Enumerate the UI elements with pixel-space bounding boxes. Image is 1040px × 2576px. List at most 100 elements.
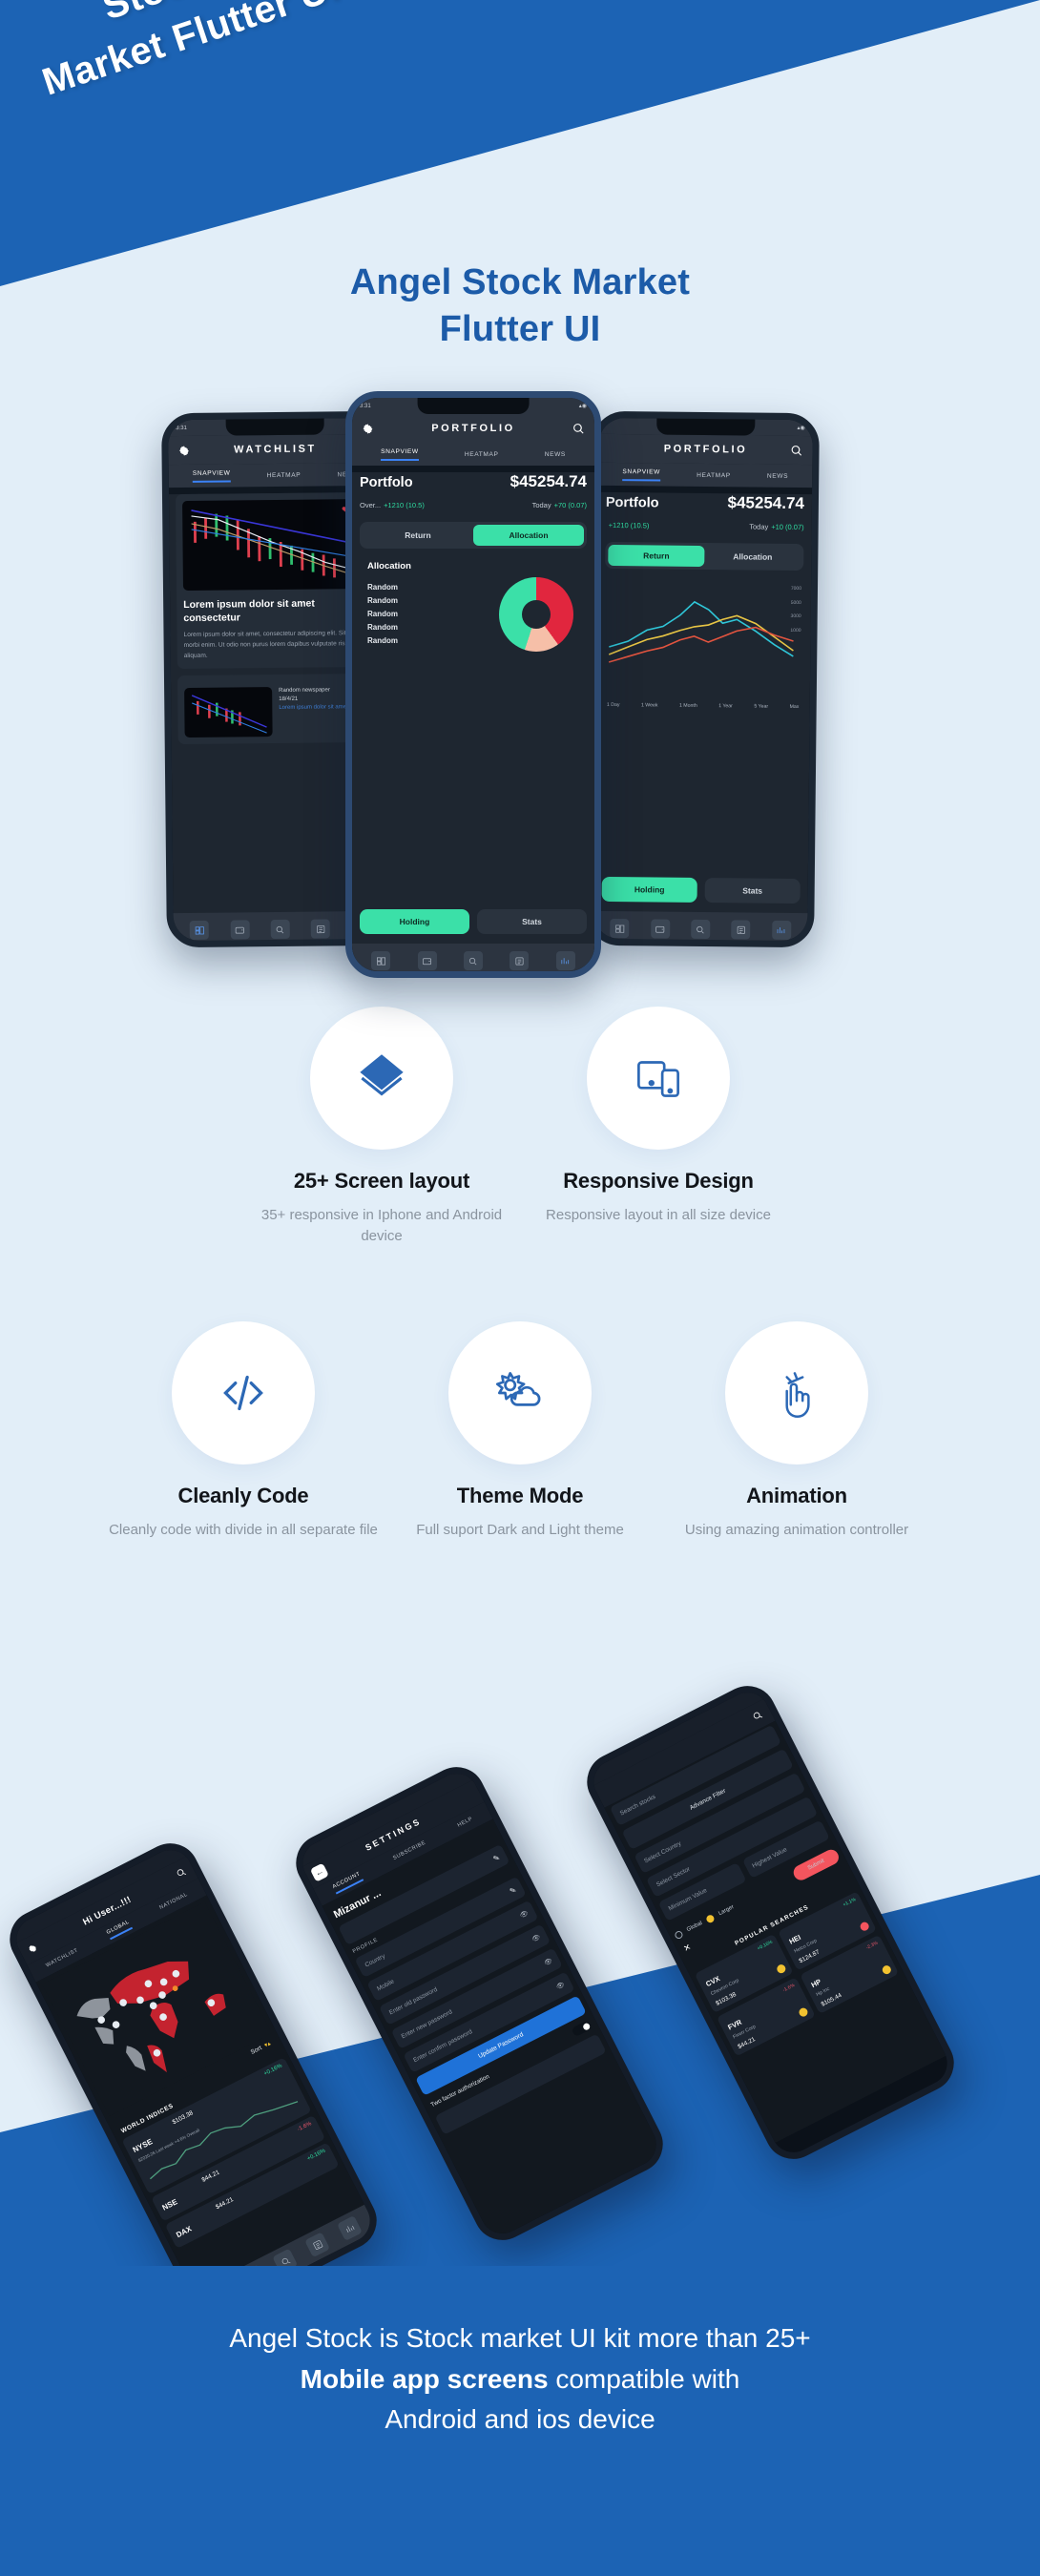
footer-line2: Mobile app screens compatible with	[0, 2359, 1040, 2400]
nav-portfolio-icon[interactable]	[371, 951, 391, 970]
nav-chart-icon[interactable]	[555, 951, 575, 970]
tab-heatmap[interactable]: HEATMAP	[267, 471, 302, 478]
nav-chart-icon[interactable]	[337, 2215, 363, 2241]
nav-list-icon[interactable]	[310, 919, 331, 939]
segment-return[interactable]: Return	[608, 544, 705, 568]
hand-tap-icon	[725, 1321, 868, 1465]
stock-change: +0.16%	[756, 1939, 774, 1952]
overall-change: +1210 (10.5)	[608, 520, 650, 530]
nav-search-icon[interactable]	[463, 951, 483, 970]
tab-snapview[interactable]: SNAPVIEW	[381, 448, 419, 461]
gear-icon[interactable]	[26, 1942, 38, 1955]
nav-chart-icon[interactable]	[771, 920, 792, 940]
nav-search-icon[interactable]	[270, 919, 290, 940]
return-line-chart: 7000 5000 3000 1000	[604, 580, 803, 696]
return-allocation-segment: Return Allocation	[605, 541, 804, 571]
nav-search-icon[interactable]	[272, 2248, 299, 2266]
feature-title: Theme Mode	[456, 1484, 584, 1507]
segment-allocation[interactable]: Allocation	[473, 525, 584, 546]
eye-icon[interactable]: 👁	[543, 1957, 553, 1967]
footer-line1: Angel Stock is Stock market UI kit more …	[229, 2323, 811, 2353]
holding-stats-segment: Holding Stats	[601, 876, 801, 904]
status-time: 3:31	[176, 425, 187, 431]
two-factor-toggle[interactable]	[571, 2020, 593, 2038]
segment-allocation[interactable]: Allocation	[704, 546, 801, 568]
range-5year[interactable]: 5 Year	[754, 704, 768, 710]
eye-icon[interactable]: 👁	[518, 1909, 530, 1920]
nav-portfolio-icon[interactable]	[610, 918, 630, 939]
nav-wallet-icon[interactable]	[417, 951, 437, 970]
feature-responsive-design: Responsive Design Responsive layout in a…	[520, 1007, 797, 1247]
nav-portfolio-icon[interactable]	[189, 920, 210, 940]
nav-wallet-icon[interactable]	[230, 920, 250, 940]
pen-icon[interactable]: ✎	[508, 1885, 517, 1896]
range-1week[interactable]: 1 Week	[641, 702, 658, 708]
status-icons: ▴◉	[797, 426, 805, 432]
nav-list-icon[interactable]	[731, 920, 751, 940]
layers-icon	[310, 1007, 453, 1150]
nav-list-icon[interactable]	[510, 951, 530, 970]
sort-icon[interactable]: ▾▴	[263, 2040, 272, 2048]
stock-change: -2.3%	[864, 1940, 880, 1951]
tab-news[interactable]: NEWS	[767, 472, 788, 479]
portfolio-summary: Portfolo $45254.74 Over... +1210 (10.5) T…	[360, 472, 587, 512]
range-1year[interactable]: 1 Year	[718, 703, 733, 709]
app-bar-title: PORTFOLIO	[431, 423, 515, 434]
portfolio-summary: Portfolo $45254.74 +1210 (10.5) Today +10…	[606, 492, 804, 534]
legend-item: Random	[367, 623, 398, 632]
news-link[interactable]: Lorem ipsum dolor sit amet	[279, 703, 347, 713]
segment-holding[interactable]: Holding	[360, 909, 469, 934]
legend-item: Random	[367, 596, 398, 605]
tab-heatmap[interactable]: HEATMAP	[465, 451, 499, 458]
search-icon[interactable]	[572, 423, 585, 435]
candlestick-chart: ❤	[182, 498, 371, 592]
tab-news[interactable]: NEWS	[545, 451, 566, 458]
index-change: +0.16%	[262, 2063, 283, 2078]
nav-list-icon[interactable]	[304, 2232, 331, 2258]
back-arrow-icon[interactable]: ←	[309, 1862, 329, 1882]
pen-icon[interactable]: ✎	[491, 1853, 501, 1863]
tab-help[interactable]: HELP	[457, 1817, 474, 1829]
search-icon[interactable]	[752, 1710, 764, 1722]
sort-label: Sort	[249, 2044, 263, 2056]
segment-stats[interactable]: Stats	[477, 909, 587, 934]
tab-snapview[interactable]: SNAPVIEW	[192, 469, 231, 483]
feature-title: Cleanly Code	[177, 1484, 309, 1507]
nav-wallet-icon[interactable]	[650, 919, 670, 939]
range-1month[interactable]: 1 Month	[679, 703, 697, 709]
phone-portfolio-allocation: 3:31 ▴◉ PORTFOLIO SNAPVIEW HEATMAP NEWS …	[345, 391, 601, 978]
footer-banner: Angel Stock is Stock market UI kit more …	[0, 2266, 1040, 2576]
search-icon[interactable]	[790, 444, 802, 456]
tab-snapview[interactable]: SNAPVIEW	[622, 467, 661, 482]
phone-notch	[225, 418, 324, 436]
radio-larger[interactable]	[705, 1913, 717, 1924]
feature-cleanly-code: Cleanly Code Cleanly code with divide in…	[105, 1321, 382, 1541]
mobile-label: Mobile	[375, 1978, 396, 1993]
feature-desc: Using amazing animation controller	[684, 1522, 909, 1538]
tab-heatmap[interactable]: HEATMAP	[697, 471, 731, 478]
gear-icon[interactable]	[362, 423, 374, 435]
segment-holding[interactable]: Holding	[601, 876, 697, 903]
y-tick-2: 3000	[790, 613, 801, 620]
nav-search-icon[interactable]	[691, 919, 711, 940]
today-label: Today	[531, 501, 551, 509]
segment-stats[interactable]: Stats	[704, 878, 801, 904]
allocation-donut-chart	[499, 577, 573, 652]
range-1day[interactable]: 1 Day	[607, 702, 620, 708]
portfolio-value: $45254.74	[510, 472, 587, 490]
range-max[interactable]: Max	[790, 704, 800, 710]
footer-line2-rest: compatible with	[548, 2363, 740, 2394]
portfolio-name: Portfolo	[360, 475, 413, 490]
phone-showcase-top: 3:31 ▴◉ WATCHLIST SNAPVIEW HEATMAP NEWS	[0, 391, 1040, 983]
eye-icon[interactable]: 👁	[530, 1933, 542, 1943]
eye-icon[interactable]: 👁	[555, 1981, 566, 1991]
radio-global-label: Global	[685, 1920, 704, 1934]
search-icon[interactable]	[175, 1866, 187, 1879]
feature-title: Responsive Design	[563, 1169, 754, 1193]
range-selector: 1 Day 1 Week 1 Month 1 Year 5 Year Max	[596, 702, 810, 710]
radio-global[interactable]	[674, 1929, 684, 1941]
stock-symbol: HP	[809, 1977, 823, 1990]
segment-return[interactable]: Return	[363, 525, 473, 546]
features-row-1: 25+ Screen layout 35+ responsive in Ipho…	[0, 1007, 1040, 1247]
gear-icon[interactable]	[177, 444, 190, 456]
